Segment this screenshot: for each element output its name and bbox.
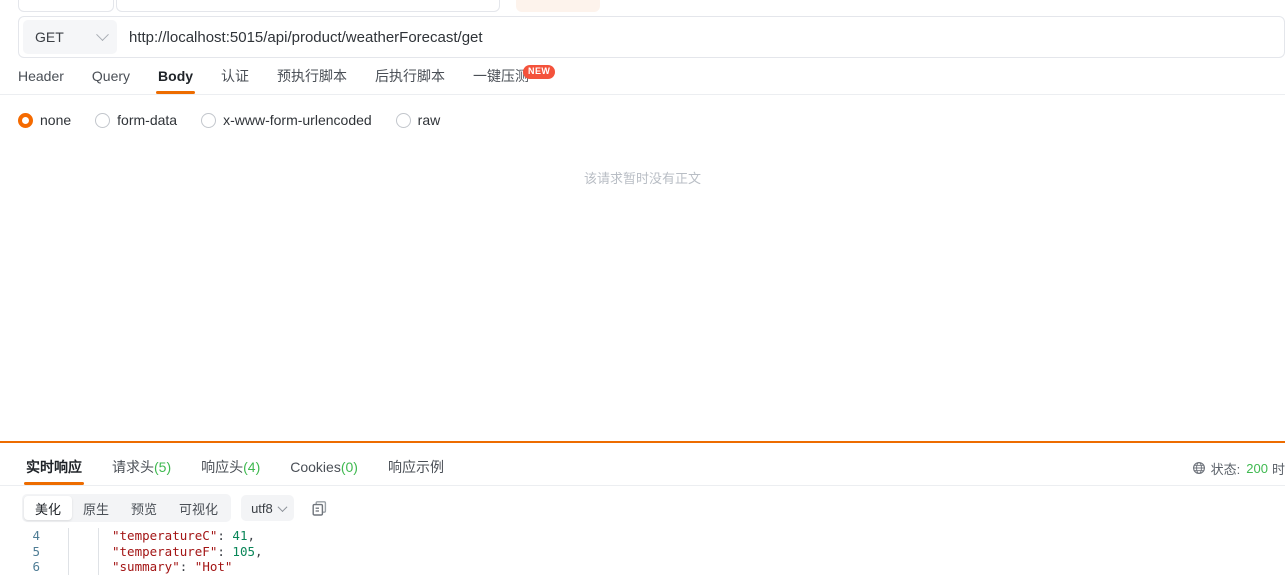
json-separator: :	[217, 528, 233, 544]
code-line: 4 "temperatureC": 41,	[0, 528, 1285, 545]
globe-icon	[1192, 462, 1205, 474]
http-method-value: GET	[35, 29, 64, 45]
response-tab-bar: 实时响应 请求头 (5) 响应头 (4) Cookies (0) 响应示例	[0, 448, 1285, 486]
radio-raw[interactable]: raw	[395, 112, 441, 128]
radio-none[interactable]: none	[18, 112, 71, 128]
tab-body-label: Body	[158, 68, 194, 84]
tab-realtime-response[interactable]: 实时响应	[24, 448, 84, 485]
radio-raw-label: raw	[417, 112, 441, 128]
json-separator: :	[179, 559, 195, 575]
url-bar-row: GET http://localhost:5015/api/product/we…	[0, 16, 1285, 58]
tab-response-headers-count: (4)	[243, 458, 261, 475]
tab-post-script-label: 后执行脚本	[375, 68, 446, 84]
top-cutoff-strip	[0, 0, 1285, 14]
format-raw-button[interactable]: 原生	[72, 496, 120, 520]
copy-icon	[312, 500, 327, 516]
tab-post-script[interactable]: 后执行脚本	[375, 58, 445, 94]
json-comma: ,	[255, 543, 263, 559]
tab-cookies[interactable]: Cookies (0)	[290, 448, 358, 485]
response-status-bar: 状态: 200 时	[1192, 456, 1285, 480]
json-value: 41	[232, 528, 248, 544]
status-label: 状态:	[1210, 461, 1241, 477]
line-number: 5	[32, 543, 40, 559]
partial-input-left[interactable]	[18, 0, 114, 12]
api-client-window: GET http://localhost:5015/api/product/we…	[0, 0, 1285, 575]
copy-response-button[interactable]	[310, 498, 330, 518]
tab-request-headers-count: (5)	[154, 458, 172, 475]
tab-header[interactable]: Header	[18, 58, 64, 94]
code-content: "temperatureC": 41,	[112, 528, 255, 543]
radio-urlencoded-dot	[201, 112, 217, 128]
tab-cookies-label: Cookies	[290, 458, 341, 475]
response-format-toolbar: 美化 原生 预览 可视化 utf8	[22, 494, 330, 522]
radio-none-dot	[18, 112, 33, 128]
tab-response-example-label: 响应示例	[387, 458, 444, 475]
http-method-select[interactable]: GET	[23, 20, 117, 54]
tab-auth-label: 认证	[221, 68, 250, 84]
chevron-down-icon	[277, 501, 288, 512]
tab-stress-test[interactable]: 一键压测 NEW	[473, 58, 556, 94]
encoding-value: utf8	[251, 500, 273, 516]
tab-response-headers-label: 响应头	[201, 458, 244, 475]
code-content: "summary": "Hot"	[112, 559, 232, 574]
body-type-radio-group: none form-data x-www-form-urlencoded raw	[18, 107, 464, 133]
format-visualize-button[interactable]: 可视化	[168, 496, 229, 520]
json-key: "temperatureC"	[112, 528, 218, 544]
indent-guides	[44, 557, 112, 575]
url-input[interactable]: http://localhost:5015/api/product/weathe…	[129, 29, 483, 46]
new-badge: NEW	[523, 65, 556, 79]
tab-auth[interactable]: 认证	[221, 58, 249, 94]
partial-input-right[interactable]	[116, 0, 500, 12]
line-number: 6	[32, 559, 40, 575]
radio-none-label: none	[40, 112, 72, 128]
tab-request-headers[interactable]: 请求头 (5)	[112, 448, 171, 485]
tab-pre-script-label: 预执行脚本	[277, 68, 348, 84]
tab-stress-test-label: 一键压测	[473, 68, 530, 84]
line-number: 4	[32, 528, 40, 544]
tab-cookies-count: (0)	[340, 458, 358, 475]
json-comma: ,	[247, 528, 256, 544]
format-preview-button[interactable]: 预览	[120, 496, 168, 520]
tab-query-label: Query	[91, 68, 131, 84]
radio-form-data[interactable]: form-data	[95, 112, 177, 128]
radio-urlencoded[interactable]: x-www-form-urlencoded	[201, 112, 372, 128]
status-time-truncated: 时	[1271, 461, 1285, 477]
tab-realtime-response-label: 实时响应	[26, 458, 82, 475]
tab-request-headers-label: 请求头	[112, 458, 154, 475]
code-content: "temperatureF": 105,	[112, 544, 263, 559]
json-value: "Hot"	[194, 559, 233, 575]
radio-raw-dot	[395, 112, 411, 128]
json-value: 105	[232, 543, 255, 559]
json-key: "temperatureF"	[112, 543, 218, 559]
format-beautify-button[interactable]: 美化	[24, 496, 73, 520]
response-panel-divider	[0, 441, 1285, 443]
indent-guides	[44, 528, 112, 545]
tab-response-headers[interactable]: 响应头 (4)	[201, 448, 260, 485]
encoding-select[interactable]: utf8	[241, 495, 294, 521]
tab-query[interactable]: Query	[92, 58, 130, 94]
indent-guides	[44, 541, 112, 561]
url-bar: GET http://localhost:5015/api/product/we…	[18, 16, 1285, 58]
radio-urlencoded-label: x-www-form-urlencoded	[223, 112, 372, 128]
format-segmented-control: 美化 原生 预览 可视化	[22, 494, 232, 522]
tab-header-label: Header	[18, 68, 64, 84]
request-tab-bar: Header Query Body 认证 预执行脚本 后执行脚本 一键压测 NE…	[0, 58, 1285, 95]
radio-form-data-label: form-data	[117, 112, 178, 128]
chevron-down-icon	[96, 27, 109, 41]
tab-body[interactable]: Body	[156, 58, 196, 94]
status-code: 200	[1246, 460, 1268, 476]
radio-form-data-dot	[95, 112, 111, 128]
tab-pre-script[interactable]: 预执行脚本	[277, 58, 347, 94]
partial-send-button[interactable]	[516, 0, 600, 12]
empty-body-hint: 该请求暂时没有正文	[583, 171, 701, 186]
tab-response-example[interactable]: 响应示例	[388, 448, 444, 485]
response-code-viewer[interactable]: 4 "temperatureC": 41, 5 "temperatureF": …	[0, 528, 1285, 575]
json-separator: :	[217, 543, 233, 559]
json-key: "summary"	[112, 559, 180, 575]
code-line: 5 "temperatureF": 105,	[0, 541, 1285, 561]
code-line: 6 "summary": "Hot"	[0, 557, 1285, 575]
